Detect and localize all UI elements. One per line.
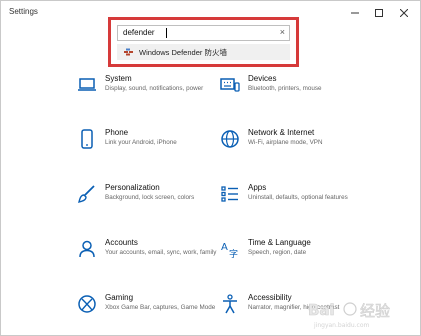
tile-phone[interactable]: Phone Link your Android, iPhone xyxy=(76,128,236,168)
tile-system-desc: Display, sound, notifications, power xyxy=(105,85,204,92)
tile-personalization-desc: Background, lock screen, colors xyxy=(105,194,195,201)
close-icon xyxy=(400,9,408,17)
firewall-icon xyxy=(124,48,133,56)
tile-network-desc: Wi-Fi, airplane mode, VPN xyxy=(248,139,323,146)
minimize-button[interactable] xyxy=(343,4,367,22)
tile-gaming[interactable]: Gaming Xbox Game Bar, captures, Game Mod… xyxy=(76,293,236,333)
tile-apps-desc: Uninstall, defaults, optional features xyxy=(248,194,348,201)
svg-text:字: 字 xyxy=(229,248,238,259)
maximize-button[interactable] xyxy=(367,4,391,22)
tile-network-name: Network & Internet xyxy=(248,128,315,137)
person-icon xyxy=(76,238,98,260)
tile-apps-name: Apps xyxy=(248,183,267,192)
svg-text:经验: 经验 xyxy=(360,302,390,320)
tile-devices[interactable]: Devices Bluetooth, printers, mouse xyxy=(219,74,379,114)
language-icon: A字 xyxy=(219,238,241,260)
tile-gaming-name: Gaming xyxy=(105,293,134,302)
svg-text:jingyan.baidu.com: jingyan.baidu.com xyxy=(313,322,370,329)
tile-accessibility-name: Accessibility xyxy=(248,293,292,302)
accessibility-icon xyxy=(219,293,241,315)
keyboard-icon xyxy=(219,74,241,96)
minimize-icon xyxy=(351,12,359,14)
search-highlight-box: defender × Windows Defender 防火墙 xyxy=(108,17,299,67)
window-title: Settings xyxy=(9,7,38,16)
tile-phone-name: Phone xyxy=(105,128,129,137)
search-input-value: defender xyxy=(123,28,155,37)
clear-search-icon[interactable]: × xyxy=(280,27,285,37)
search-input[interactable]: defender × xyxy=(117,25,290,41)
tile-time-language-name: Time & Language xyxy=(248,238,311,247)
close-button[interactable] xyxy=(392,4,416,22)
tile-phone-desc: Link your Android, iPhone xyxy=(105,139,177,146)
globe-icon xyxy=(219,128,241,150)
settings-window: Settings defender × Windows Defender 防火墙 xyxy=(0,0,421,336)
tile-time-language[interactable]: A字 Time & Language Speech, region, date xyxy=(219,238,379,278)
tile-devices-name: Devices xyxy=(248,74,277,83)
tile-system[interactable]: System Display, sound, notifications, po… xyxy=(76,74,236,114)
tile-gaming-desc: Xbox Game Bar, captures, Game Mode xyxy=(105,304,216,311)
apps-icon xyxy=(219,183,241,205)
search-suggestion-label: Windows Defender 防火墙 xyxy=(139,48,227,57)
svg-text:A: A xyxy=(221,242,228,253)
tile-accounts[interactable]: Accounts Your accounts, email, sync, wor… xyxy=(76,238,236,278)
maximize-icon xyxy=(375,9,383,17)
text-caret xyxy=(166,28,167,38)
xbox-icon xyxy=(76,293,98,315)
tile-accounts-name: Accounts xyxy=(105,238,138,247)
laptop-icon xyxy=(76,74,98,96)
svg-text:Bai: Bai xyxy=(308,301,335,319)
tile-time-language-desc: Speech, region, date xyxy=(248,249,307,256)
tile-system-name: System xyxy=(105,74,132,83)
tile-apps[interactable]: Apps Uninstall, defaults, optional featu… xyxy=(219,183,379,223)
tile-personalization-name: Personalization xyxy=(105,183,160,192)
tile-accounts-desc: Your accounts, email, sync, work, family xyxy=(105,249,217,256)
tile-devices-desc: Bluetooth, printers, mouse xyxy=(248,85,322,92)
phone-icon xyxy=(76,128,98,150)
tile-personalization[interactable]: Personalization Background, lock screen,… xyxy=(76,183,236,223)
tile-network[interactable]: Network & Internet Wi-Fi, airplane mode,… xyxy=(219,128,379,168)
baidu-jingyan-watermark: Bai 经验 jingyan.baidu.com xyxy=(308,301,391,329)
search-suggestion[interactable]: Windows Defender 防火墙 xyxy=(117,44,290,60)
brush-icon xyxy=(76,183,98,205)
